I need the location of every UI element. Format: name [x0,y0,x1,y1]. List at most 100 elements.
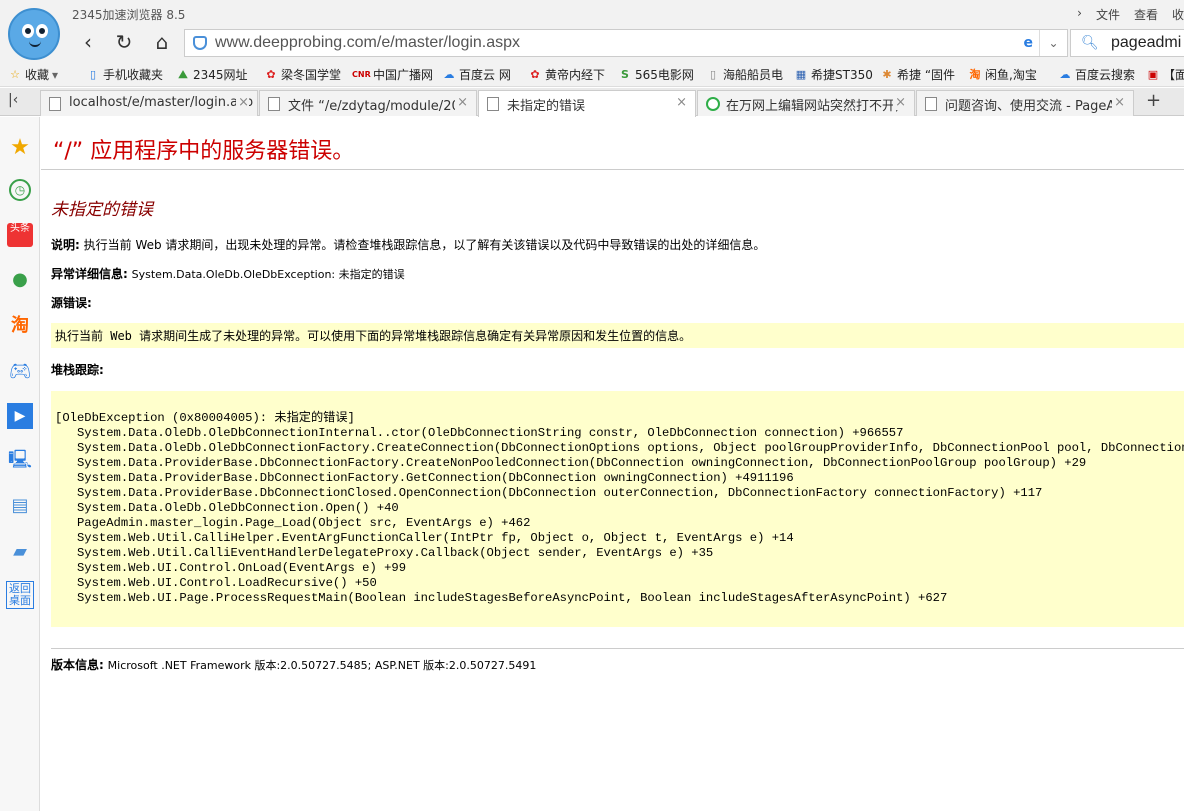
colorful-icon: ✱ [882,67,892,81]
logo-eye-icon [36,24,48,38]
title-bar: 2345加速浏览器 8.5 › 文件 查看 收 ‹ ↻ ⌂ www.deeppr… [0,0,1184,62]
tab-bar: |‹ localhost/e/master/login.asp × 文件 “/e… [0,88,1184,117]
tab-file-zdytag[interactable]: 文件 “/e/zdytag/module/20 × [259,90,477,116]
baidu-cloud-icon: ☁ [1059,67,1071,81]
taobao-icon: 淘 [969,67,981,81]
divider [41,169,1184,170]
exception-label: 异常详细信息: [51,267,128,281]
page-heading: “/” 应用程序中的服务器错误。 [53,139,355,164]
ie-mode-icon[interactable]: e [1024,35,1034,51]
bookmark-item[interactable]: ⛰ 2345网址 [176,66,247,83]
back-button[interactable]: ‹ [76,30,100,54]
taobao-icon[interactable]: 淘 [7,313,33,339]
search-input[interactable]: pageadmi [1111,34,1181,52]
menu-view[interactable]: 查看 [1134,6,1158,23]
tab-scroll-left-icon[interactable]: |‹ [8,92,18,108]
page-content: “/” 应用程序中的服务器错误。 未指定的错误 说明: 执行当前 Web 请求期… [41,117,1184,811]
source-error-line: 源错误: [51,294,92,311]
tab-unspecified-error[interactable]: 未指定的错误 × [478,90,696,117]
menu-favorites[interactable]: 收 [1172,6,1184,23]
exception-line: 异常详细信息: System.Data.OleDb.OleDbException… [51,265,405,282]
bookmark-item[interactable]: ☁ 百度云 网 [442,66,511,83]
red-box-icon: ▣ [1147,67,1159,81]
error-title: 未指定的错误 [51,200,153,220]
close-icon[interactable]: × [676,95,687,110]
cnr-icon: CNR [352,69,371,79]
bookmark-item[interactable]: ☁ 百度云搜索 [1058,66,1136,83]
source-error-label: 源错误: [51,296,92,310]
version-label: 版本信息: [51,658,104,672]
top-menu: › 文件 查看 收 [1077,6,1184,23]
version-text: Microsoft .NET Framework 版本:2.0.50727.54… [107,659,537,672]
stack-trace-label: 堆栈跟踪: [51,363,104,377]
red-logo-icon: ✿ [530,67,540,81]
star-icon: ☆ [10,67,20,81]
exception-text: System.Data.OleDb.OleDbException: 未指定的错误 [131,268,405,281]
video-icon[interactable]: ▶ [7,403,33,429]
search-box[interactable]: 🔍︎ pageadmi [1070,29,1184,57]
logo-mouth-icon [29,41,41,47]
bookmark-item[interactable]: ▯ 海船船员电 [706,66,783,83]
address-bar[interactable]: www.deepprobing.com/e/master/login.aspx … [184,29,1068,57]
bookmarks-bar: ☆ 收藏 ▾ ▯ 手机收藏夹 ⛰ 2345网址 ✿ 梁冬国学堂 CNR 中国广播网 ☁ 百度云… [0,62,1184,87]
page-icon [487,97,499,111]
calculator-icon[interactable]: ▤ [7,493,33,519]
bookmark-item[interactable]: ✿ 梁冬国学堂 [264,66,341,83]
bookmark-item[interactable]: S 565电影网 [618,66,694,83]
close-icon[interactable]: × [1112,95,1125,110]
grid-icon: ▦ [795,67,807,81]
tab-pageadmin-forum[interactable]: 问题咨询、使用交流 - PageAd × [916,90,1134,116]
desktop-icon[interactable]: 返回桌面 [6,581,34,609]
description-label: 说明: [51,238,80,252]
baidu-cloud-icon: ☁ [443,67,455,81]
app-title: 2345加速浏览器 8.5 [72,8,186,22]
loading-icon [706,97,720,111]
s-logo-icon: S [621,67,629,81]
stack-trace-box: [OleDbException (0x80004005): 未指定的错误] Sy… [51,391,1184,627]
book-icon[interactable]: ▰ [7,539,33,565]
browser-logo-icon[interactable] [8,8,60,60]
close-icon[interactable]: × [236,95,249,110]
close-icon[interactable]: × [893,95,906,110]
shield-icon [193,36,207,50]
chevron-right-icon[interactable]: › [1077,6,1082,23]
new-tab-button[interactable]: + [1146,90,1161,111]
url-text[interactable]: www.deepprobing.com/e/master/login.aspx [215,34,520,52]
close-icon[interactable]: × [455,95,468,110]
gamepad-icon[interactable]: 🎮︎ [7,359,33,385]
refresh-button[interactable]: ↻ [112,30,136,54]
logo-eye-icon [22,24,34,38]
description-line: 说明: 执行当前 Web 请求期间，出现未处理的异常。请检查堆栈跟踪信息，以了解… [51,236,765,253]
bookmark-item[interactable]: ✿ 黄帝内经下 [528,66,605,83]
divider [51,648,1184,649]
star-icon[interactable]: ★ [7,135,33,161]
sidebar: ★ ◷ 头条 ● 淘 🎮︎ ▶ 🖳︎ ▤ ▰ 返回桌面 [0,117,40,811]
clock-icon[interactable]: ◷ [9,179,31,201]
page-icon: ▯ [709,67,717,81]
chevron-down-icon[interactable]: ⌄ [1039,30,1067,56]
page-icon [925,97,937,111]
bookmark-item[interactable]: ✱ 希捷 “固件 [880,66,955,83]
site-icon: ⛰ [178,67,188,81]
search-icon[interactable]: 🔍︎ [1081,35,1099,51]
description-text: 执行当前 Web 请求期间，出现未处理的异常。请检查堆栈跟踪信息，以了解有关该错… [83,238,766,252]
bookmark-item[interactable]: ☆ 收藏 ▾ [8,66,58,83]
phone-icon: ▯ [89,67,97,81]
bookmark-item[interactable]: 淘闲鱼,淘宝 [968,66,1037,83]
red-logo-icon: ✿ [266,67,276,81]
version-line: 版本信息: Microsoft .NET Framework 版本:2.0.50… [51,656,536,673]
wechat-icon[interactable]: ● [7,267,33,293]
page-icon [49,97,61,111]
bookmark-item[interactable]: ▣【面 [1146,66,1184,83]
tab-localhost-login[interactable]: localhost/e/master/login.asp × [40,90,258,116]
source-error-box: 执行当前 Web 请求期间生成了未处理的异常。可以使用下面的异常堆栈跟踪信息确定… [51,323,1184,348]
bookmark-item[interactable]: ▯ 手机收藏夹 [86,66,163,83]
menu-file[interactable]: 文件 [1096,6,1120,23]
stack-trace-line: 堆栈跟踪: [51,361,104,378]
computer-icon[interactable]: 🖳︎ [7,447,33,473]
bookmark-item[interactable]: ▦ 希捷ST350 [794,66,873,83]
home-button[interactable]: ⌂ [150,30,174,54]
bookmark-item[interactable]: CNR 中国广播网 [352,66,433,83]
news-icon[interactable]: 头条 [7,223,33,247]
tab-wanwang-edit[interactable]: 在万网上编辑网站突然打不开, × [697,90,915,116]
